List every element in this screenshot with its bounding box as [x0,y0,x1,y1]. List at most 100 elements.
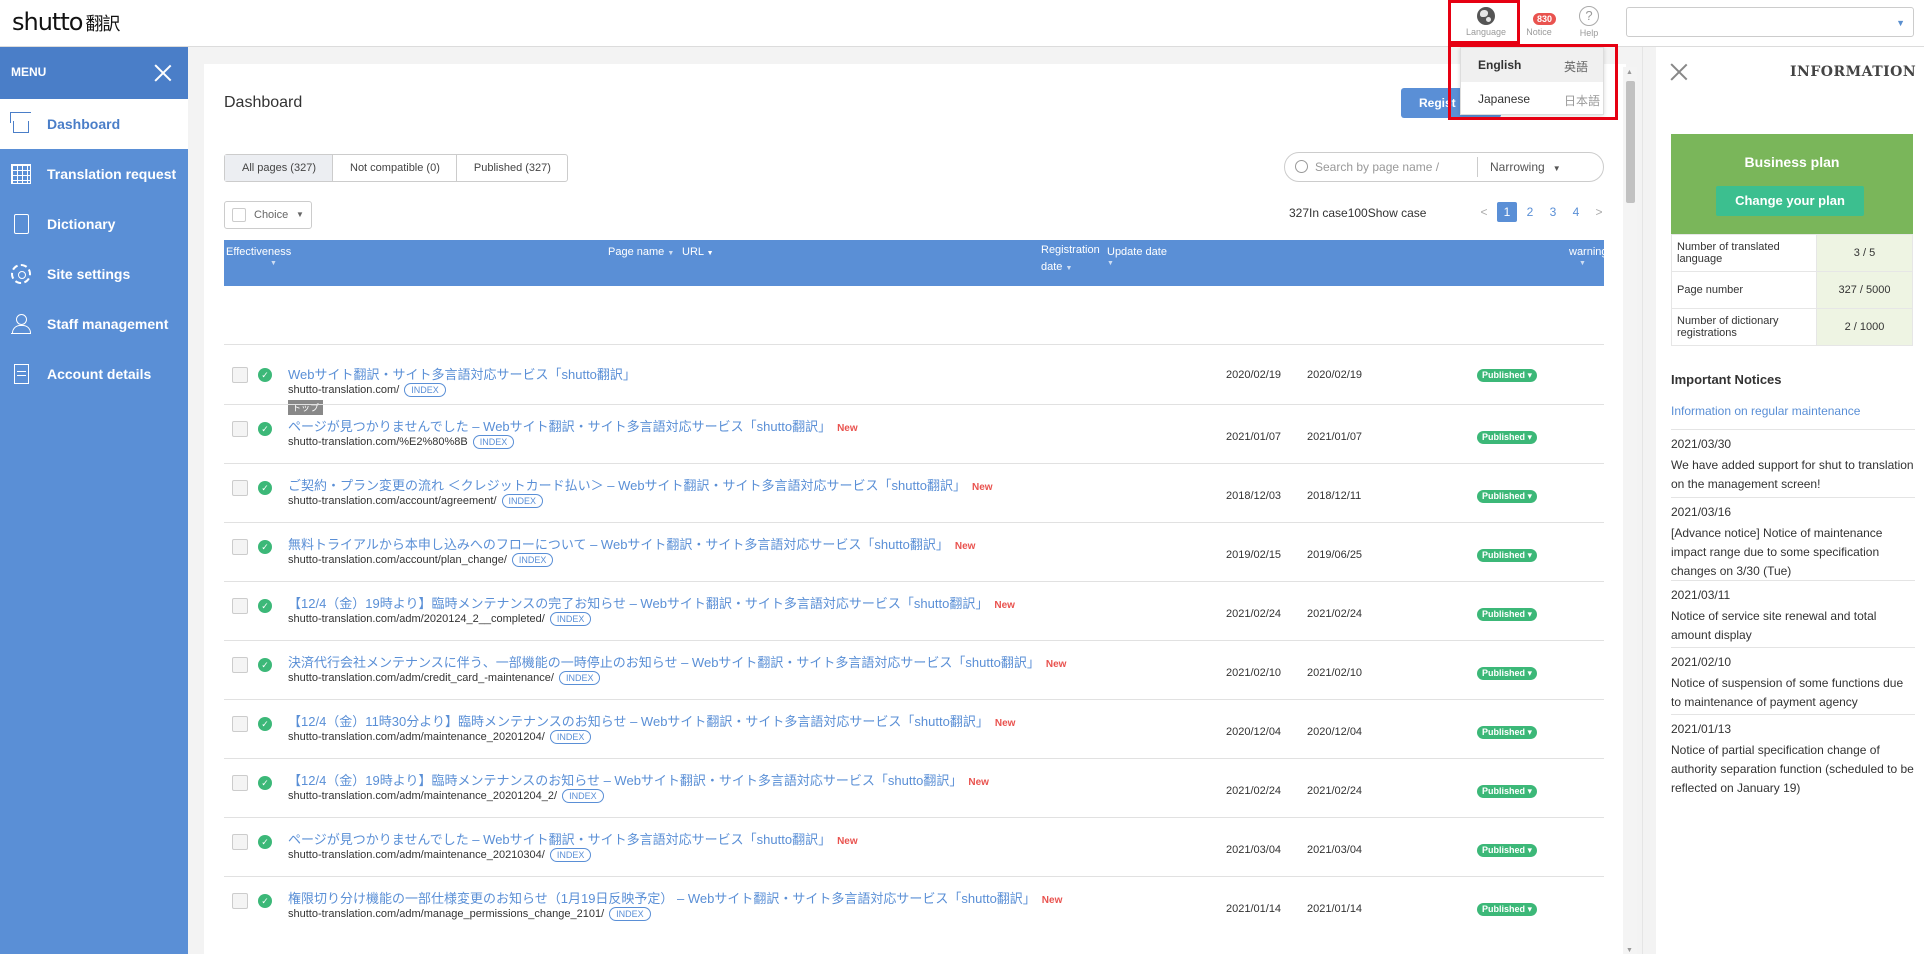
page-4-button[interactable]: 4 [1566,202,1586,222]
sort-icon: ▼ [706,250,714,257]
sidebar-item-staff-management[interactable]: Staff management [0,299,188,349]
row-checkbox[interactable] [232,893,248,909]
row-checkbox[interactable] [232,539,248,555]
maintenance-link[interactable]: Information on regular maintenance [1671,404,1860,418]
tab-all-pages[interactable]: All pages (327) [225,155,333,181]
col-registration-date[interactable]: Registration date ▼ [1041,242,1100,277]
table-row[interactable]: ✓ ページが見つかりませんでした – Webサイト翻訳・サイト多言語対応サービス「… [224,404,1604,463]
next-page-button[interactable]: > [1589,202,1609,222]
home-icon [13,121,29,133]
page-title: Dashboard [224,94,303,111]
scrollbar-thumb[interactable] [1626,81,1635,203]
status-badge[interactable]: Published ▾ [1477,667,1538,680]
update-date: 2021/02/24 [1307,608,1363,620]
page-url: shutto-translation.com/%E2%80%8B INDEX [288,435,515,449]
table-row[interactable]: ✓ 【12/4（金）19時より】臨時メンテナンスの完了お知らせ – Webサイト翻… [224,581,1604,640]
notice-item[interactable]: 2021/03/11 Notice of service site renewal… [1671,580,1915,645]
status-badge[interactable]: Published ▾ [1477,785,1538,798]
narrowing-dropdown[interactable]: Narrowing ▼ [1490,160,1561,174]
top-header: shutto 翻訳 Language 830 Notice ? Help ▼ [0,0,1924,47]
index-badge: INDEX [549,848,592,862]
update-date: 2021/01/14 [1307,903,1363,915]
logo[interactable]: shutto 翻訳 [12,8,120,36]
page-title-link[interactable]: 【12/4（金）11時30分より】臨時メンテナンスのお知らせ – Webサイト翻… [288,711,1015,730]
table-row[interactable]: ✓ 無料トライアルから本申し込みへのフローについて – Webサイト翻訳・サイト多… [224,522,1604,581]
registration-date: 2021/02/24 [1226,785,1282,797]
notice-item[interactable]: 2021/03/16 [Advance notice] Notice of mai… [1671,497,1915,581]
col-warning[interactable]: warning ▼ [1569,246,1608,267]
select-all-checkbox[interactable] [232,208,246,222]
page-title-link[interactable]: Webサイト翻訳・サイト多言語対応サービス「shutto翻訳」 [288,364,636,383]
page-title-link[interactable]: 無料トライアルから本申し込みへのフローについて – Webサイト翻訳・サイト多言… [288,534,975,553]
site-select[interactable]: ▼ [1626,7,1914,37]
row-checkbox[interactable] [232,421,248,437]
row-checkbox[interactable] [232,775,248,791]
page-title-link[interactable]: 決済代行会社メンテナンスに伴う、一部機能の一時停止のお知らせ – Webサイト翻… [288,652,1066,671]
close-icon[interactable] [152,62,174,84]
table-row[interactable]: ✓ 【12/4（金）11時30分より】臨時メンテナンスのお知らせ – Webサイト… [224,699,1604,758]
col-update-date[interactable]: Update date ▼ [1107,246,1167,267]
page-url: shutto-translation.com/account/plan_chan… [288,553,554,567]
tab-not-compatible[interactable]: Not compatible (0) [333,155,457,181]
scroll-down-icon[interactable]: ▼ [1626,947,1633,954]
change-plan-button[interactable]: Change your plan [1716,186,1864,216]
status-badge[interactable]: Published ▾ [1477,369,1538,382]
table-row[interactable]: ✓ Webサイト翻訳・サイト多言語対応サービス「shutto翻訳」 shutto-t… [224,344,1604,415]
notice-button[interactable]: 830 Notice [1512,6,1566,42]
page-title-link[interactable]: ページが見つかりませんでした – Webサイト翻訳・サイト多言語対応サービス「s… [288,416,858,435]
page-1-button[interactable]: 1 [1497,202,1517,222]
check-circle-icon: ✓ [258,540,272,554]
table-row[interactable]: ✓ 権限切り分け機能の一部仕様変更のお知らせ（1月19日反映予定） – Webサイ… [224,876,1604,935]
sidebar-item-account-details[interactable]: Account details [0,349,188,399]
page-title-link[interactable]: 【12/4（金）19時より】臨時メンテナンスの完了お知らせ – Webサイト翻訳… [288,593,1015,612]
close-icon[interactable] [1668,61,1690,83]
row-checkbox[interactable] [232,480,248,496]
status-badge[interactable]: Published ▾ [1477,903,1538,916]
new-badge: New [837,423,858,434]
scroll-up-icon[interactable]: ▲ [1626,69,1633,76]
table-row[interactable]: ✓ ページが見つかりませんでした – Webサイト翻訳・サイト多言語対応サービス「… [224,817,1604,876]
tab-published[interactable]: Published (327) [457,155,567,181]
page-2-button[interactable]: 2 [1520,202,1540,222]
sidebar-item-translation-request[interactable]: Translation request [0,149,188,199]
sidebar-item-dictionary[interactable]: Dictionary [0,199,188,249]
status-badge[interactable]: Published ▾ [1477,844,1538,857]
row-checkbox[interactable] [232,367,248,383]
update-date: 2021/02/10 [1307,667,1363,679]
col-url[interactable]: URL ▼ [682,246,714,258]
row-checkbox[interactable] [232,598,248,614]
search-input[interactable] [1315,158,1467,176]
prev-page-button[interactable]: < [1474,202,1494,222]
chevron-down-icon: ▾ [1525,550,1533,560]
row-checkbox[interactable] [232,657,248,673]
col-page-name[interactable]: Page name ▼ [608,246,674,258]
page-title-link[interactable]: 権限切り分け機能の一部仕様変更のお知らせ（1月19日反映予定） – Webサイト… [288,888,1062,907]
notice-item[interactable]: 2021/03/30 We have added support for shut… [1671,429,1915,494]
status-badge[interactable]: Published ▾ [1477,431,1538,444]
page-url: shutto-translation.com/adm/maintenance_2… [288,730,592,744]
page-title-link[interactable]: ご契約・プラン変更の流れ ＜クレジットカード払い＞ – Webサイト翻訳・サイト… [288,475,993,494]
page-title-link[interactable]: 【12/4（金）19時より】臨時メンテナンスのお知らせ – Webサイト翻訳・サ… [288,770,989,789]
row-checkbox[interactable] [232,834,248,850]
page-3-button[interactable]: 3 [1543,202,1563,222]
help-button[interactable]: ? Help [1562,6,1616,42]
registration-date: 2021/02/10 [1226,667,1282,679]
sidebar-item-dashboard[interactable]: Dashboard [0,99,188,149]
page-title-link[interactable]: ページが見つかりませんでした – Webサイト翻訳・サイト多言語対応サービス「s… [288,829,858,848]
notice-item[interactable]: 2021/02/10 Notice of suspension of some f… [1671,647,1915,712]
table-row[interactable]: ✓ 【12/4（金）19時より】臨時メンテナンスのお知らせ – Webサイト翻訳・… [224,758,1604,817]
registration-date: 2021/03/04 [1226,844,1282,856]
choice-dropdown[interactable]: Choice ▼ [224,201,312,229]
table-row[interactable]: ✓ 決済代行会社メンテナンスに伴う、一部機能の一時停止のお知らせ – Webサイト… [224,640,1604,699]
col-effectiveness[interactable]: Effectiveness ▼ [226,246,291,267]
notice-item[interactable]: 2021/01/13 Notice of partial specificatio… [1671,714,1915,798]
plan-title: Business plan [1744,154,1840,170]
status-badge[interactable]: Published ▾ [1477,490,1538,503]
main-scrollbar[interactable]: ▲ ▼ [1623,67,1637,954]
status-badge[interactable]: Published ▾ [1477,608,1538,621]
status-badge[interactable]: Published ▾ [1477,726,1538,739]
sidebar-item-site-settings[interactable]: Site settings [0,249,188,299]
table-row[interactable]: ✓ ご契約・プラン変更の流れ ＜クレジットカード払い＞ – Webサイト翻訳・サイ… [224,463,1604,522]
status-badge[interactable]: Published ▾ [1477,549,1538,562]
row-checkbox[interactable] [232,716,248,732]
